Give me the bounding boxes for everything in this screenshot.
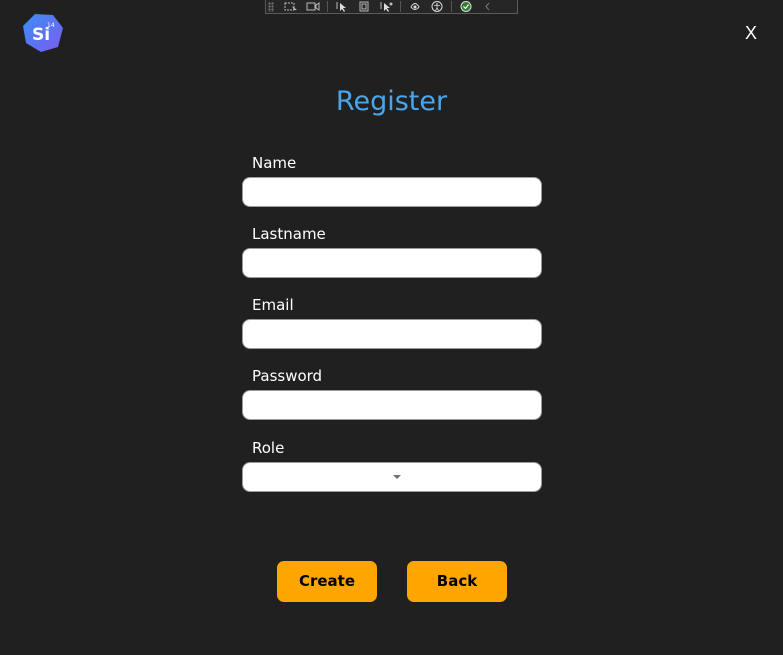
email-input[interactable] (242, 319, 542, 349)
logo-badge: 14 (47, 22, 55, 29)
select-element-icon[interactable] (280, 1, 302, 13)
collapse-chevron-icon[interactable] (477, 1, 499, 13)
name-input[interactable] (242, 177, 542, 207)
accessibility-icon[interactable] (426, 1, 448, 13)
track-focus-icon[interactable] (375, 1, 397, 13)
debug-toolbar (265, 0, 518, 14)
toolbar-separator (400, 1, 401, 12)
password-label: Password (252, 367, 323, 385)
hot-reload-icon[interactable] (404, 1, 426, 13)
page-title: Register (335, 86, 448, 117)
back-button[interactable]: Back (407, 561, 507, 602)
layout-adorner-icon[interactable] (353, 1, 375, 13)
lastname-label: Lastname (252, 225, 326, 243)
check-status-icon[interactable] (455, 1, 477, 13)
password-input[interactable] (242, 390, 542, 420)
toolbar-separator (327, 1, 328, 12)
lastname-input[interactable] (242, 248, 542, 278)
email-label: Email (252, 296, 294, 314)
chevron-down-icon (393, 475, 401, 479)
app-logo: Si 14 (22, 13, 64, 53)
create-button[interactable]: Create (277, 561, 377, 602)
close-button[interactable]: X (740, 22, 762, 44)
toolbar-separator (451, 1, 452, 12)
role-label: Role (252, 439, 285, 457)
name-label: Name (252, 154, 297, 172)
role-select[interactable] (242, 462, 542, 492)
grip-icon[interactable] (268, 1, 274, 12)
pointer-select-icon[interactable] (331, 1, 353, 13)
video-icon[interactable] (302, 1, 324, 13)
